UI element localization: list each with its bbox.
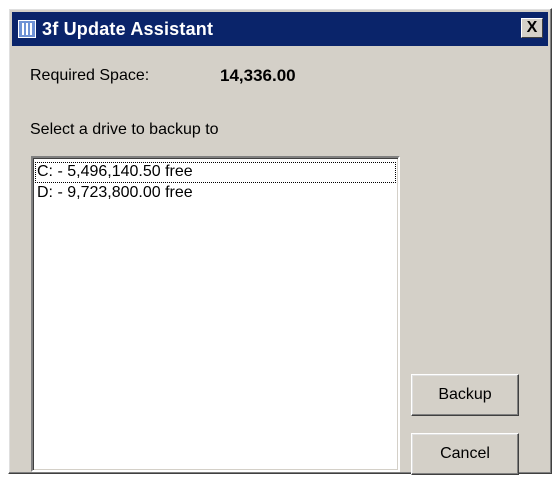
cancel-button-label: Cancel [440,445,490,462]
window-title: 3f Update Assistant [42,19,214,39]
select-drive-label: Select a drive to backup to [30,121,219,138]
required-space-label: Required Space: [30,67,150,84]
required-space-value: 14,336.00 [220,66,296,85]
drive-item-c[interactable]: C: - 5,496,140.50 free [35,162,396,183]
drive-listbox[interactable]: C: - 5,496,140.50 free D: - 9,723,800.00… [31,156,400,472]
app-icon [18,20,36,38]
cancel-button[interactable]: Cancel [411,433,519,475]
backup-button[interactable]: Backup [411,374,519,416]
backup-button-label: Backup [438,386,492,403]
title-bar[interactable]: 3f Update Assistant X [12,12,548,46]
close-button[interactable]: X [521,18,543,38]
close-icon: X [526,19,538,36]
drive-item-d[interactable]: D: - 9,723,800.00 free [35,183,396,204]
update-assistant-dialog: 3f Update Assistant X Required Space: 14… [8,8,552,475]
